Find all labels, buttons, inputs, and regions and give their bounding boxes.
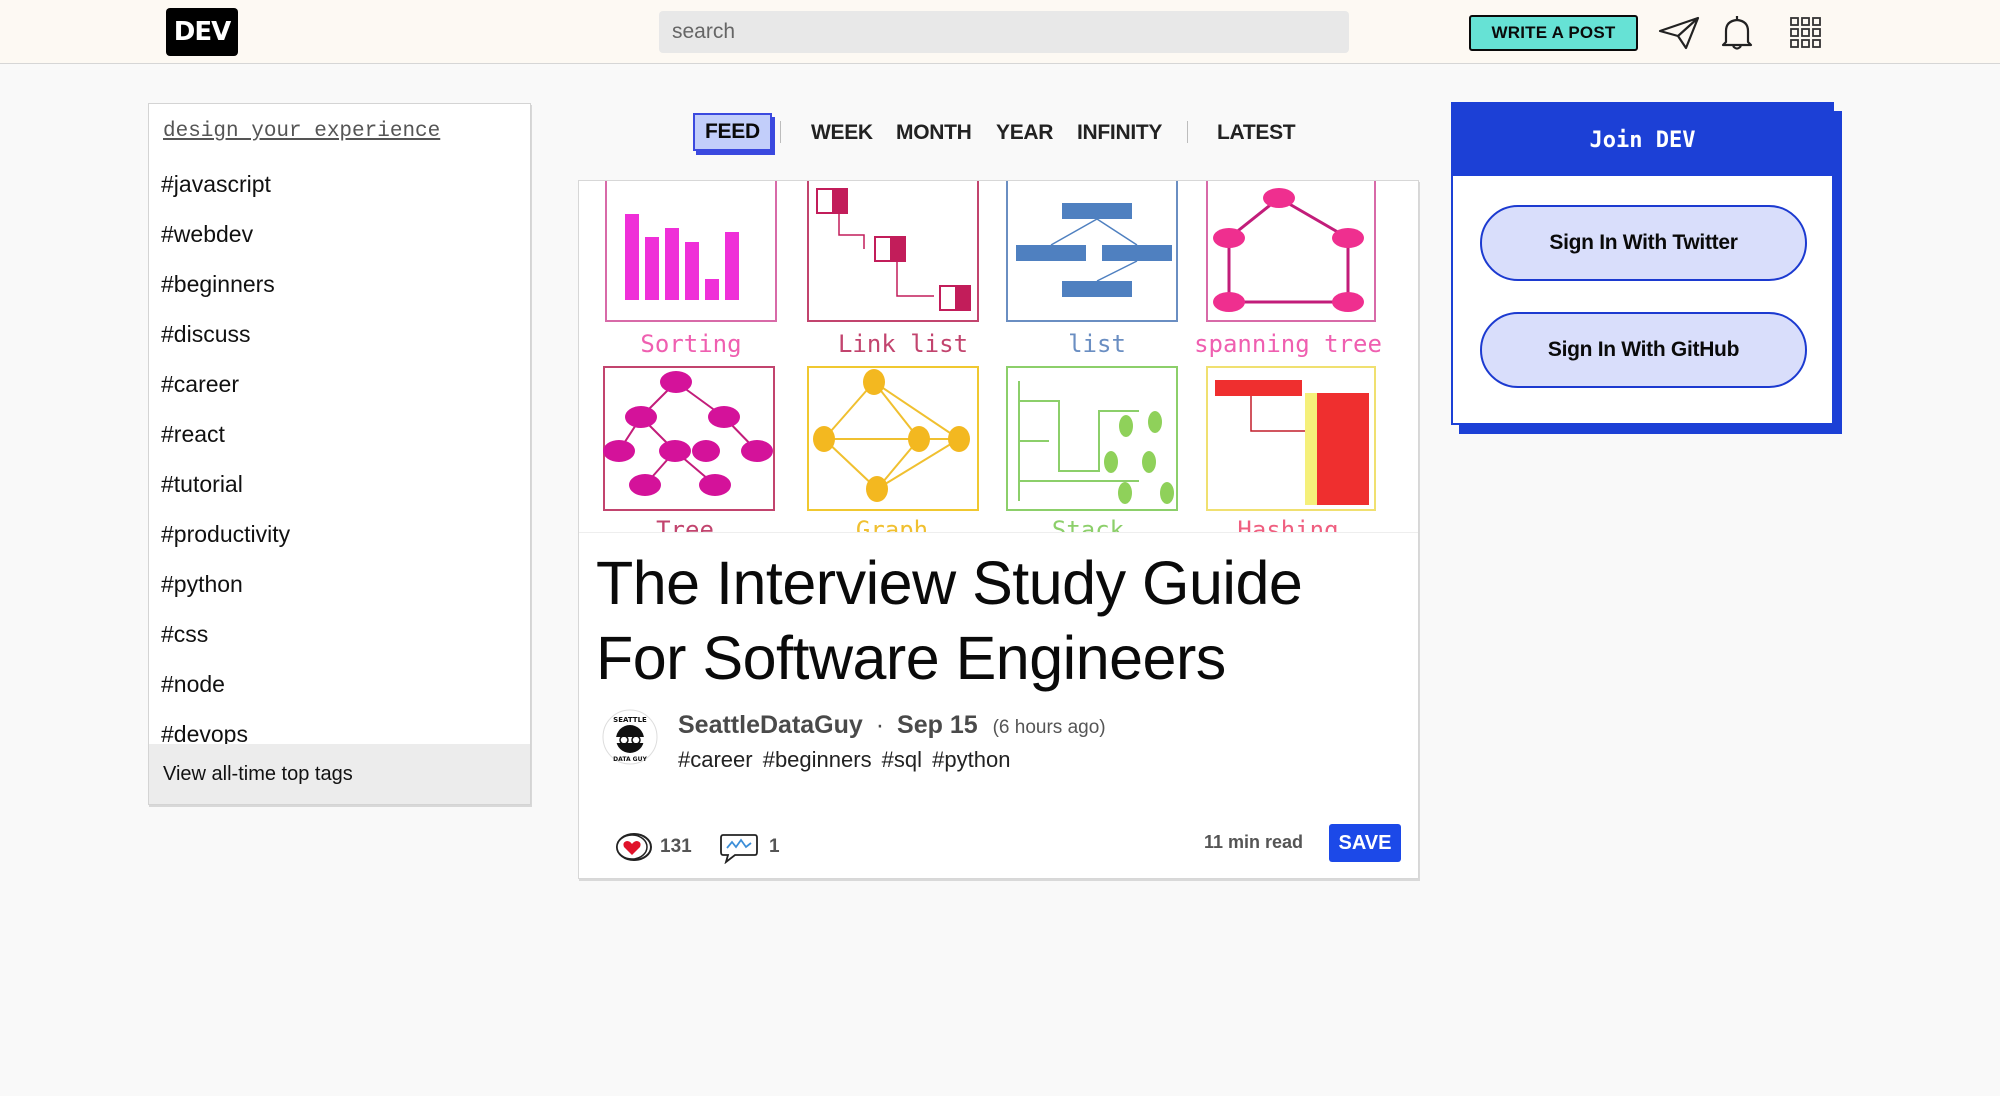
cover-label: spanning tree (1194, 330, 1382, 358)
cover-label: Sorting (640, 330, 741, 358)
tag-item[interactable]: #python (161, 569, 290, 619)
join-dev-card: Join DEV Sign In With Twitter Sign In Wi… (1451, 102, 1834, 425)
write-post-button[interactable]: WRITE A POST (1469, 15, 1638, 51)
paper-plane-icon[interactable] (1657, 14, 1701, 52)
tag-item[interactable]: #css (161, 619, 290, 669)
article-title[interactable]: The Interview Study Guide For Software E… (596, 546, 1396, 696)
tag-item[interactable]: #node (161, 669, 290, 719)
author-name[interactable]: SeattleDataGuy (678, 711, 863, 739)
dev-logo[interactable]: DEV (166, 8, 238, 56)
author-avatar[interactable]: SEATTLE DATA GUY (602, 709, 658, 765)
bell-icon[interactable] (1715, 14, 1759, 52)
join-dev-title: Join DEV (1453, 104, 1832, 176)
tab-year[interactable]: YEAR (996, 113, 1053, 153)
tag-item[interactable]: #productivity (161, 519, 290, 569)
meta-separator: · (875, 711, 885, 739)
featured-article-card[interactable]: Sorting Link list list spanning tree Tre… (578, 180, 1419, 879)
article-tags[interactable]: #career #beginners #sql #python (678, 747, 1010, 773)
article-meta: SeattleDataGuy · Sep 15 (6 hours ago) (678, 711, 1106, 740)
tag-item[interactable]: #javascript (161, 169, 290, 219)
apps-grid-icon[interactable] (1784, 14, 1828, 52)
design-experience-link[interactable]: design your experience (163, 120, 440, 143)
save-button[interactable]: SAVE (1329, 824, 1401, 862)
tag-item[interactable]: #career (161, 369, 290, 419)
comments-count: 1 (769, 836, 780, 857)
tab-divider (1187, 121, 1188, 143)
comment-icon[interactable] (719, 832, 759, 870)
tab-month[interactable]: MONTH (896, 113, 972, 153)
read-time: 11 min read (1203, 832, 1303, 852)
tab-latest[interactable]: LATEST (1217, 113, 1296, 153)
avatar-text: SEATTLE (613, 716, 647, 724)
top-navbar: DEV WRITE A POST (0, 0, 2000, 64)
reactions-count: 131 (660, 836, 692, 857)
tab-week[interactable]: WEEK (811, 113, 873, 153)
cover-label: Hashing (1237, 516, 1338, 533)
sign-in-github-button[interactable]: Sign In With GitHub (1480, 312, 1807, 388)
view-all-tags-link[interactable]: View all-time top tags (149, 744, 530, 804)
tag-list: #javascript #webdev #beginners #discuss … (161, 169, 290, 769)
cover-label: Tree (656, 516, 714, 533)
tab-infinity[interactable]: INFINITY (1077, 113, 1162, 153)
tags-sidebar: design your experience #javascript #webd… (148, 103, 531, 805)
tag-item[interactable]: #beginners (161, 269, 290, 319)
cover-label: Stack (1052, 516, 1125, 533)
cover-label: Graph (856, 516, 928, 533)
article-date: Sep 15 (897, 711, 978, 739)
tag-item[interactable]: #discuss (161, 319, 290, 369)
tab-feed[interactable]: FEED (693, 113, 772, 151)
tag-item[interactable]: #webdev (161, 219, 290, 269)
search-input[interactable] (659, 11, 1349, 53)
sign-in-twitter-button[interactable]: Sign In With Twitter (1480, 205, 1807, 281)
cover-label: list (1068, 330, 1126, 358)
tab-divider (780, 121, 781, 143)
article-cover-image[interactable]: Sorting Link list list spanning tree Tre… (579, 181, 1418, 533)
cover-label: Link list (838, 330, 968, 358)
avatar-text: DATA GUY (613, 756, 647, 763)
tag-item[interactable]: #react (161, 419, 290, 469)
heart-icon[interactable] (615, 832, 653, 868)
relative-time: (6 hours ago) (992, 717, 1106, 738)
tag-item[interactable]: #tutorial (161, 469, 290, 519)
